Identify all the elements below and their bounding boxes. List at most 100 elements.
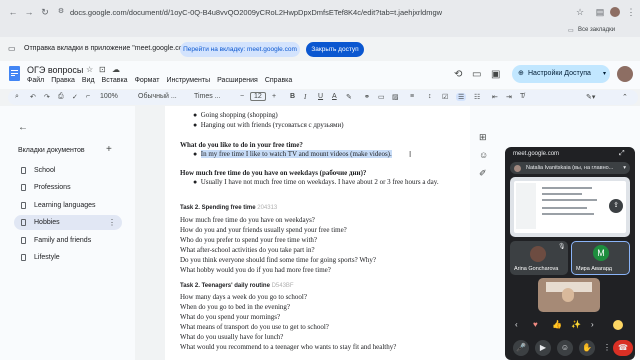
bold-button[interactable]: B	[290, 93, 295, 100]
sidebar-tab-lifestyle[interactable]: Lifestyle	[14, 250, 122, 265]
docs-logo-icon[interactable]	[9, 66, 20, 81]
font-size-increase[interactable]: +	[272, 93, 276, 100]
sidebar-tab-hobbies[interactable]: Hobbies ⋮	[14, 215, 122, 230]
meet-pip-window[interactable]: meet.google.com ⤢ Natalia Ivanitskaia (в…	[505, 147, 635, 360]
history-icon[interactable]: ⟲	[454, 69, 462, 80]
sidebar-tab-school[interactable]: School	[14, 163, 122, 178]
tab-options-icon[interactable]: ⋮	[108, 215, 116, 230]
undo-icon[interactable]: ↶	[30, 93, 36, 101]
numbered-list-icon[interactable]: ☷	[474, 93, 480, 101]
font-size-decrease[interactable]: −	[240, 93, 244, 100]
participant-avatar	[530, 246, 546, 262]
share-button[interactable]: ⊕ Настройки Доступа ▾	[512, 65, 610, 83]
reaction-button[interactable]: ☺	[557, 340, 573, 356]
add-comment-icon[interactable]: ▭	[378, 93, 385, 101]
chevron-down-icon[interactable]: ▾	[603, 65, 606, 83]
search-menus-icon[interactable]: ⌕	[15, 93, 19, 101]
indent-decrease-icon[interactable]: ⇤	[492, 93, 498, 101]
menu-view[interactable]: Вид	[82, 77, 95, 84]
emoji-face-icon[interactable]	[613, 320, 623, 330]
menu-file[interactable]: Файл	[27, 77, 44, 84]
style-select[interactable]: Обычный ...	[138, 93, 177, 100]
chevron-right-icon[interactable]: ›	[591, 320, 594, 329]
site-info-icon[interactable]: ⚙	[56, 7, 66, 17]
preview-line	[542, 207, 587, 209]
switch-to-tab-button[interactable]: Перейти на вкладку: meet.google.com	[180, 42, 300, 57]
chevron-left-icon[interactable]: ‹	[515, 320, 518, 329]
party-reaction-icon[interactable]: ✨	[571, 320, 581, 329]
insert-image-icon[interactable]: ▨	[392, 93, 399, 101]
menu-extensions[interactable]: Расширения	[217, 77, 258, 84]
profile-avatar[interactable]	[610, 7, 620, 17]
presenter-bar[interactable]: Natalia Ivanitskaia (вы, на главно... ▾	[510, 162, 630, 174]
suggest-edits-icon[interactable]: ✐	[479, 168, 487, 179]
expand-icon[interactable]: ⤢	[619, 150, 625, 158]
back-arrow-icon[interactable]: ←	[8, 7, 18, 17]
clear-format-icon[interactable]: T̸	[520, 93, 524, 100]
paint-format-icon[interactable]: ⌐	[86, 93, 90, 100]
menu-format[interactable]: Формат	[135, 77, 160, 84]
document-page[interactable]: ● Going shopping (shopping) ● Hanging ou…	[165, 106, 470, 360]
extensions-icon[interactable]: ▤	[595, 7, 605, 17]
sidebar-tab-family-and-friends[interactable]: Family and friends	[14, 233, 122, 248]
font-select[interactable]: Times ...	[194, 93, 221, 100]
stop-sharing-button[interactable]: Закрыть доступ	[306, 42, 364, 57]
redo-icon[interactable]: ↷	[44, 93, 50, 101]
underline-button[interactable]: U	[318, 93, 323, 100]
muted-mic-icon: 🎙	[558, 244, 566, 250]
doc-title[interactable]: ОГЭ вопросы	[27, 65, 83, 75]
zoom-select[interactable]: 100%	[100, 93, 118, 100]
menu-edit[interactable]: Правка	[51, 77, 75, 84]
comments-icon[interactable]: ▭	[472, 69, 481, 80]
end-call-button[interactable]: ☎	[613, 340, 633, 356]
italic-button[interactable]: I	[304, 93, 306, 101]
text-color-button[interactable]: A	[332, 93, 337, 100]
bulleted-list-icon[interactable]: ☰	[456, 93, 467, 101]
browser-menu-icon[interactable]: ⋮	[626, 7, 636, 17]
spellcheck-icon[interactable]: ✓	[72, 93, 78, 101]
screen-share-tile[interactable]: ⇪	[510, 177, 630, 237]
meet-icon[interactable]: ▣	[491, 69, 500, 80]
star-icon[interactable]: ☆	[86, 65, 93, 74]
task-line: When do you go to bed in the evening?	[180, 303, 291, 311]
url-field[interactable]: docs.google.com/document/d/1oyC-0Q-B4u8v…	[70, 8, 442, 17]
align-icon[interactable]: ≡	[410, 93, 414, 100]
sidebar-tab-learning-languages[interactable]: Learning languages	[14, 198, 122, 213]
reload-icon[interactable]: ↻	[40, 7, 50, 17]
self-video-tile[interactable]	[538, 278, 600, 312]
add-tab-icon[interactable]: +	[106, 144, 112, 155]
line-spacing-icon[interactable]: ↕	[428, 93, 432, 100]
task-heading: Task 2. Teenagers' daily routine D543BF	[180, 283, 294, 289]
all-bookmarks-link[interactable]: Все закладки	[578, 27, 615, 33]
participant-tile-mira[interactable]: M Мира Авагард	[571, 241, 630, 275]
share-screen-icon[interactable]: ⇪	[609, 199, 623, 213]
participant-tile-arina[interactable]: 🎙 Arina Goncharova	[510, 241, 568, 275]
raise-hand-button[interactable]: ✋	[579, 340, 595, 356]
collapse-menu-icon[interactable]: ⌃	[622, 93, 628, 101]
highlight-icon[interactable]: ✎	[346, 93, 352, 101]
forward-arrow-icon[interactable]: →	[24, 7, 34, 17]
checklist-icon[interactable]: ☑	[442, 93, 448, 101]
chevron-down-icon[interactable]: ▾	[623, 162, 626, 174]
task-line: What hobby would you do if you had more …	[180, 266, 331, 274]
editing-mode-icon[interactable]: ✎▾	[586, 93, 595, 101]
font-size-input[interactable]: 12	[250, 92, 266, 101]
bookmark-star-icon[interactable]: ☆	[575, 7, 585, 17]
move-folder-icon[interactable]: ⊡	[99, 65, 106, 74]
back-arrow-icon[interactable]: ←	[18, 122, 28, 133]
sidebar-tab-professions[interactable]: Professions	[14, 180, 122, 195]
print-icon[interactable]: ⎙	[58, 93, 64, 101]
account-avatar[interactable]	[617, 66, 633, 82]
thumbs-up-reaction-icon[interactable]: 👍	[552, 320, 562, 329]
menu-tools[interactable]: Инструменты	[166, 77, 210, 84]
add-comment-icon[interactable]: ⊞	[479, 132, 487, 143]
menu-help[interactable]: Справка	[265, 77, 292, 84]
indent-increase-icon[interactable]: ⇥	[506, 93, 512, 101]
presenter-avatar	[514, 165, 521, 172]
emoji-reaction-icon[interactable]: ☺	[479, 150, 488, 160]
microphone-button[interactable]: 🎤	[513, 340, 529, 356]
menu-insert[interactable]: Вставка	[102, 77, 128, 84]
link-icon[interactable]: ⚭	[364, 93, 370, 101]
heart-reaction-icon[interactable]: ♥	[533, 320, 538, 329]
camera-button[interactable]: ▶	[535, 340, 551, 356]
